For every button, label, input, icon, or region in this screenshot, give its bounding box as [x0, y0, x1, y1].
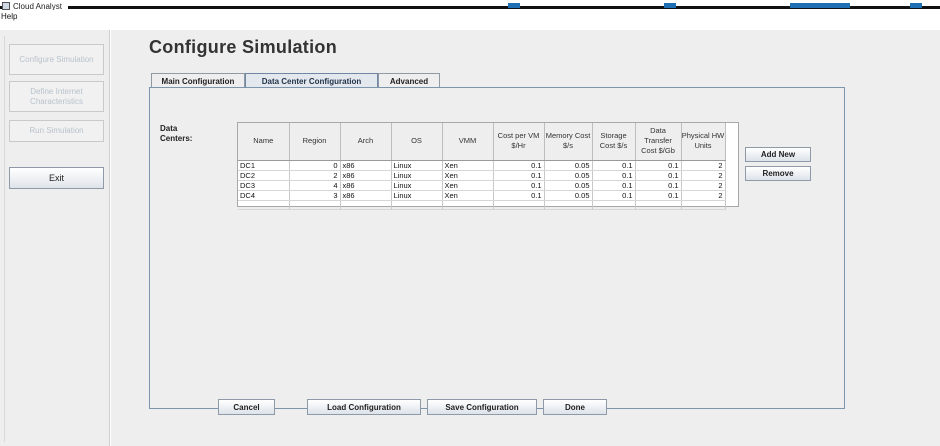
table-cell[interactable]: 0.1: [635, 180, 682, 191]
load-configuration-button[interactable]: Load Configuration: [307, 399, 421, 415]
table-cell[interactable]: DC3: [238, 180, 290, 191]
table-cell[interactable]: 0.1: [493, 160, 545, 171]
app-icon: [2, 2, 10, 10]
table-cell[interactable]: 4: [289, 180, 341, 191]
table-cell[interactable]: 2: [289, 170, 341, 181]
table-cell[interactable]: Linux: [391, 180, 443, 191]
table-cell[interactable]: 0.1: [635, 170, 682, 181]
table-cell[interactable]: Linux: [391, 170, 443, 181]
table-cell[interactable]: 0.1: [592, 160, 636, 171]
table-cell[interactable]: x86: [340, 180, 392, 191]
table-cell[interactable]: 0.1: [493, 180, 545, 191]
table-row[interactable]: DC1 0 x86 Linux Xen 0.1 0.05 0.1 0.1 2: [238, 160, 726, 171]
table-cell[interactable]: 0.1: [592, 180, 636, 191]
table-cell[interactable]: 2: [681, 170, 726, 181]
table-cell[interactable]: 0.05: [544, 180, 593, 191]
add-new-button[interactable]: Add New: [745, 147, 811, 162]
table-cell[interactable]: Linux: [391, 190, 443, 201]
table-cell[interactable]: DC2: [238, 170, 290, 181]
data-centers-table-container: Name Region Arch OS VMM Cost per VM $/Hr…: [237, 122, 739, 210]
remove-button[interactable]: Remove: [745, 166, 811, 181]
tab-advanced[interactable]: Advanced: [378, 73, 440, 88]
table-cell[interactable]: 0.1: [635, 160, 682, 171]
blue-mark: [790, 3, 850, 8]
column-header[interactable]: Data Transfer Cost $/Gb: [635, 123, 682, 161]
page-title: Configure Simulation: [149, 37, 337, 57]
data-centers-table: Name Region Arch OS VMM Cost per VM $/Hr…: [238, 123, 726, 210]
table-cell[interactable]: x86: [340, 160, 392, 171]
table-cell[interactable]: 2: [681, 180, 726, 191]
save-configuration-button[interactable]: Save Configuration: [427, 399, 537, 415]
table-row[interactable]: DC4 3 x86 Linux Xen 0.1 0.05 0.1 0.1 2: [238, 190, 726, 201]
table-cell[interactable]: 0.1: [635, 190, 682, 201]
cancel-button[interactable]: Cancel: [218, 399, 275, 415]
configure-simulation-button[interactable]: Configure Simulation: [9, 44, 104, 75]
done-button[interactable]: Done: [543, 399, 607, 415]
table-cell[interactable]: 3: [289, 190, 341, 201]
table-row[interactable]: DC2 2 x86 Linux Xen 0.1 0.05 0.1 0.1 2: [238, 170, 726, 181]
column-header[interactable]: Physical HW Units: [681, 123, 726, 161]
table-cell[interactable]: 0.1: [493, 190, 545, 201]
table-cell[interactable]: DC1: [238, 160, 290, 171]
table-row-empty[interactable]: [238, 200, 726, 210]
table-cell[interactable]: 2: [681, 160, 726, 171]
data-centers-label: Data Centers:: [160, 124, 193, 143]
window-top-strip: Cloud Analyst Help: [0, 0, 940, 30]
table-cell[interactable]: 2: [681, 190, 726, 201]
blue-mark: [664, 3, 676, 8]
column-header[interactable]: OS: [391, 123, 443, 161]
column-header[interactable]: Cost per VM $/Hr: [493, 123, 545, 161]
column-header[interactable]: Storage Cost $/s: [592, 123, 636, 161]
menu-bar: Help: [0, 10, 940, 28]
column-header[interactable]: Region: [289, 123, 341, 161]
table-cell[interactable]: 0.05: [544, 170, 593, 181]
table-cell[interactable]: Linux: [391, 160, 443, 171]
tab-data-center-configuration[interactable]: Data Center Configuration: [245, 73, 378, 88]
table-cell[interactable]: 0.1: [493, 170, 545, 181]
column-header[interactable]: VMM: [442, 123, 494, 161]
table-cell[interactable]: 0: [289, 160, 341, 171]
table-cell[interactable]: Xen: [442, 180, 494, 191]
tab-main-configuration[interactable]: Main Configuration: [151, 73, 245, 88]
column-header[interactable]: Arch: [340, 123, 392, 161]
table-cell[interactable]: 0.1: [592, 190, 636, 201]
blue-mark: [910, 3, 922, 8]
table-cell[interactable]: Xen: [442, 160, 494, 171]
exit-button[interactable]: Exit: [9, 167, 104, 189]
table-cell[interactable]: x86: [340, 190, 392, 201]
main-content: Configure Simulation Main Configuration …: [111, 30, 940, 446]
column-header[interactable]: Name: [238, 123, 290, 161]
table-row[interactable]: DC3 4 x86 Linux Xen 0.1 0.05 0.1 0.1 2: [238, 180, 726, 191]
run-simulation-button[interactable]: Run Simulation: [9, 120, 104, 142]
tab-panel: Data Centers: Name Region Arch OS VMM Co…: [149, 87, 845, 409]
table-cell[interactable]: DC4: [238, 190, 290, 201]
menu-help[interactable]: Help: [0, 12, 18, 21]
sidebar: Configure Simulation Define Internet Cha…: [0, 30, 110, 446]
define-internet-characteristics-button[interactable]: Define Internet Characteristics: [9, 81, 104, 112]
table-cell[interactable]: Xen: [442, 170, 494, 181]
table-cell[interactable]: 0.05: [544, 190, 593, 201]
table-cell[interactable]: Xen: [442, 190, 494, 201]
table-cell[interactable]: x86: [340, 170, 392, 181]
table-cell[interactable]: 0.05: [544, 160, 593, 171]
table-header-row: Name Region Arch OS VMM Cost per VM $/Hr…: [238, 123, 726, 161]
blue-mark: [508, 3, 520, 8]
column-header[interactable]: Memory Cost $/s: [544, 123, 593, 161]
table-cell[interactable]: 0.1: [592, 170, 636, 181]
